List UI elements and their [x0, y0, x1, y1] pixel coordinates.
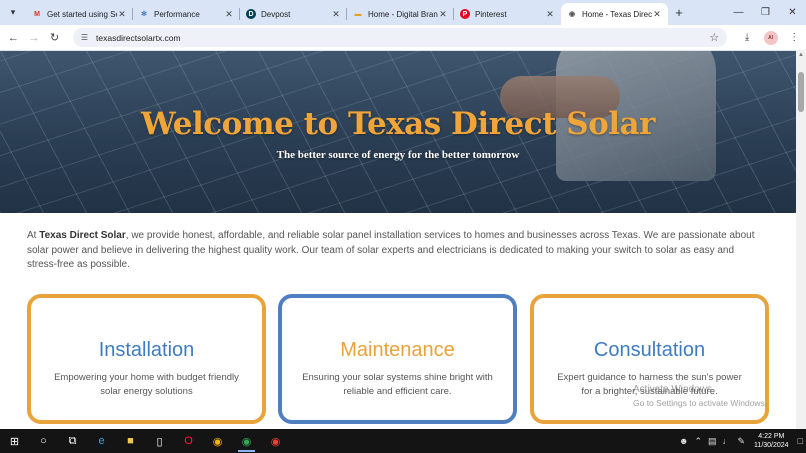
window-controls: — ❐ ✕: [725, 0, 806, 25]
person-icon[interactable]: ☻: [676, 436, 691, 446]
hero-subtitle: The better source of energy for the bett…: [276, 149, 520, 161]
close-tab-icon[interactable]: ✕: [438, 9, 448, 20]
pinterest-icon: P: [460, 9, 470, 19]
volume-icon[interactable]: ♩: [720, 436, 735, 446]
activate-windows-title: Activate Windows: [633, 384, 712, 395]
tab-title: Pinterest: [475, 9, 507, 19]
close-tab-icon[interactable]: ✕: [331, 9, 341, 20]
card-title: Consultation: [593, 339, 706, 361]
network-icon[interactable]: ▤: [705, 436, 720, 447]
tab-title: Home - Digital Brand: [368, 9, 438, 19]
url-text[interactable]: texasdirectsolartx.com: [96, 33, 709, 43]
close-window-icon[interactable]: ✕: [779, 0, 806, 25]
back-icon[interactable]: ←: [3, 25, 24, 50]
intro-paragraph: At Texas Direct Solar, we provide honest…: [27, 229, 755, 273]
tab-title: Performance: [154, 9, 200, 19]
performance-icon: ✼: [141, 11, 147, 18]
chevron-up-icon[interactable]: ⌃: [691, 436, 705, 447]
notification-icon[interactable]: □: [795, 436, 806, 446]
card-text: Ensuring your solar systems shine bright…: [302, 372, 493, 397]
activate-windows-text: Go to Settings to activate Windows.: [633, 398, 768, 408]
tab-title: Devpost: [261, 9, 291, 19]
tab-strip: ▾ M Get started using Sea ✕ ✼ Performanc…: [0, 0, 806, 25]
brand-icon: ▬: [354, 10, 362, 18]
download-icon[interactable]: ⤓: [735, 25, 759, 50]
intro-body: , we provide honest, affordable, and rel…: [27, 230, 755, 270]
screen: ▾ M Get started using Sea ✕ ✼ Performanc…: [0, 0, 806, 453]
globe-icon: ◉: [568, 11, 576, 18]
tab-gmail[interactable]: M Get started using Sea ✕: [26, 3, 133, 25]
tab-digital-brand[interactable]: ▬ Home - Digital Brand ✕: [347, 3, 454, 25]
card-title: Installation: [98, 339, 195, 361]
task-view-icon[interactable]: ⧉: [58, 429, 87, 453]
intro-brand: Texas Direct Solar: [39, 230, 126, 241]
bookmark-star-icon[interactable]: ☆: [709, 31, 719, 44]
page-viewport: Welcome to Texas Direct Solar The better…: [0, 50, 796, 429]
avatar: AI: [763, 30, 778, 45]
browser-toolbar: ← → ↻ ☰ texasdirectsolartx.com ☆ ⤓ AI ⋮: [0, 25, 806, 50]
card-text: Empowering your home with budget friendl…: [54, 372, 239, 397]
site-info-icon[interactable]: ☰: [81, 33, 88, 42]
gmail-icon: M: [34, 10, 40, 18]
search-icon[interactable]: ○: [29, 429, 58, 453]
clock[interactable]: 4:22 PM 11/30/2024: [748, 432, 795, 450]
page-scrollbar[interactable]: ▲: [796, 50, 806, 429]
tab-performance[interactable]: ✼ Performance ✕: [133, 3, 240, 25]
card-title: Maintenance: [340, 339, 455, 361]
hero-banner: Welcome to Texas Direct Solar The better…: [0, 51, 796, 213]
opera-icon[interactable]: O: [174, 429, 203, 453]
forward-icon[interactable]: →: [24, 25, 45, 50]
system-tray: ☻ ⌃ ▤ ♩ ✎ 4:22 PM 11/30/2024 □: [676, 429, 806, 453]
service-card-maintenance[interactable]: Maintenance Ensuring your solar systems …: [278, 294, 517, 424]
close-tab-icon[interactable]: ✕: [224, 9, 234, 20]
intro-prefix: At: [27, 230, 40, 241]
tab-title: Home - Texas Direct: [582, 9, 652, 19]
address-bar[interactable]: ☰ texasdirectsolartx.com ☆: [72, 28, 728, 47]
pen-icon[interactable]: ✎: [735, 436, 749, 447]
new-tab-icon[interactable]: +: [668, 5, 690, 20]
clock-date: 11/30/2024: [754, 442, 789, 449]
tab-title: Get started using Sea: [47, 9, 117, 19]
tab-devpost[interactable]: D Devpost ✕: [240, 3, 347, 25]
chrome-profile-icon[interactable]: ◉: [261, 429, 290, 453]
chrome-active-icon[interactable]: ◉: [232, 429, 261, 453]
close-tab-icon[interactable]: ✕: [652, 9, 662, 20]
reload-icon[interactable]: ↻: [44, 25, 65, 50]
menu-icon[interactable]: ⋮: [782, 25, 806, 50]
tab-pinterest[interactable]: P Pinterest ✕: [454, 3, 561, 25]
scroll-up-icon[interactable]: ▲: [798, 52, 804, 58]
scrollbar-thumb[interactable]: [798, 72, 804, 112]
service-card-installation[interactable]: Installation Empowering your home with b…: [27, 294, 266, 424]
restore-icon[interactable]: ❐: [752, 0, 779, 25]
devpost-icon: D: [246, 9, 256, 19]
tab-texas-direct[interactable]: ◉ Home - Texas Direct ✕: [561, 3, 668, 25]
clock-time: 4:22 PM: [758, 433, 785, 440]
notepad-icon[interactable]: ▯: [145, 429, 174, 453]
windows-start-icon[interactable]: ⊞: [0, 429, 29, 453]
edge-icon[interactable]: e: [87, 429, 116, 453]
close-tab-icon[interactable]: ✕: [117, 9, 127, 20]
chrome-icon[interactable]: ◉: [203, 429, 232, 453]
file-explorer-icon[interactable]: ■: [116, 429, 145, 453]
close-tab-icon[interactable]: ✕: [545, 9, 555, 20]
windows-taskbar: ⊞ ○ ⧉ e ■ ▯ O ◉ ◉ ◉ ☻ ⌃ ▤ ♩ ✎ 4:22 PM 11…: [0, 429, 806, 453]
hero-title: Welcome to Texas Direct Solar: [141, 106, 655, 142]
minimize-icon[interactable]: —: [725, 0, 752, 25]
tab-search-icon[interactable]: ▾: [0, 0, 26, 25]
profile-button[interactable]: AI: [759, 25, 783, 50]
